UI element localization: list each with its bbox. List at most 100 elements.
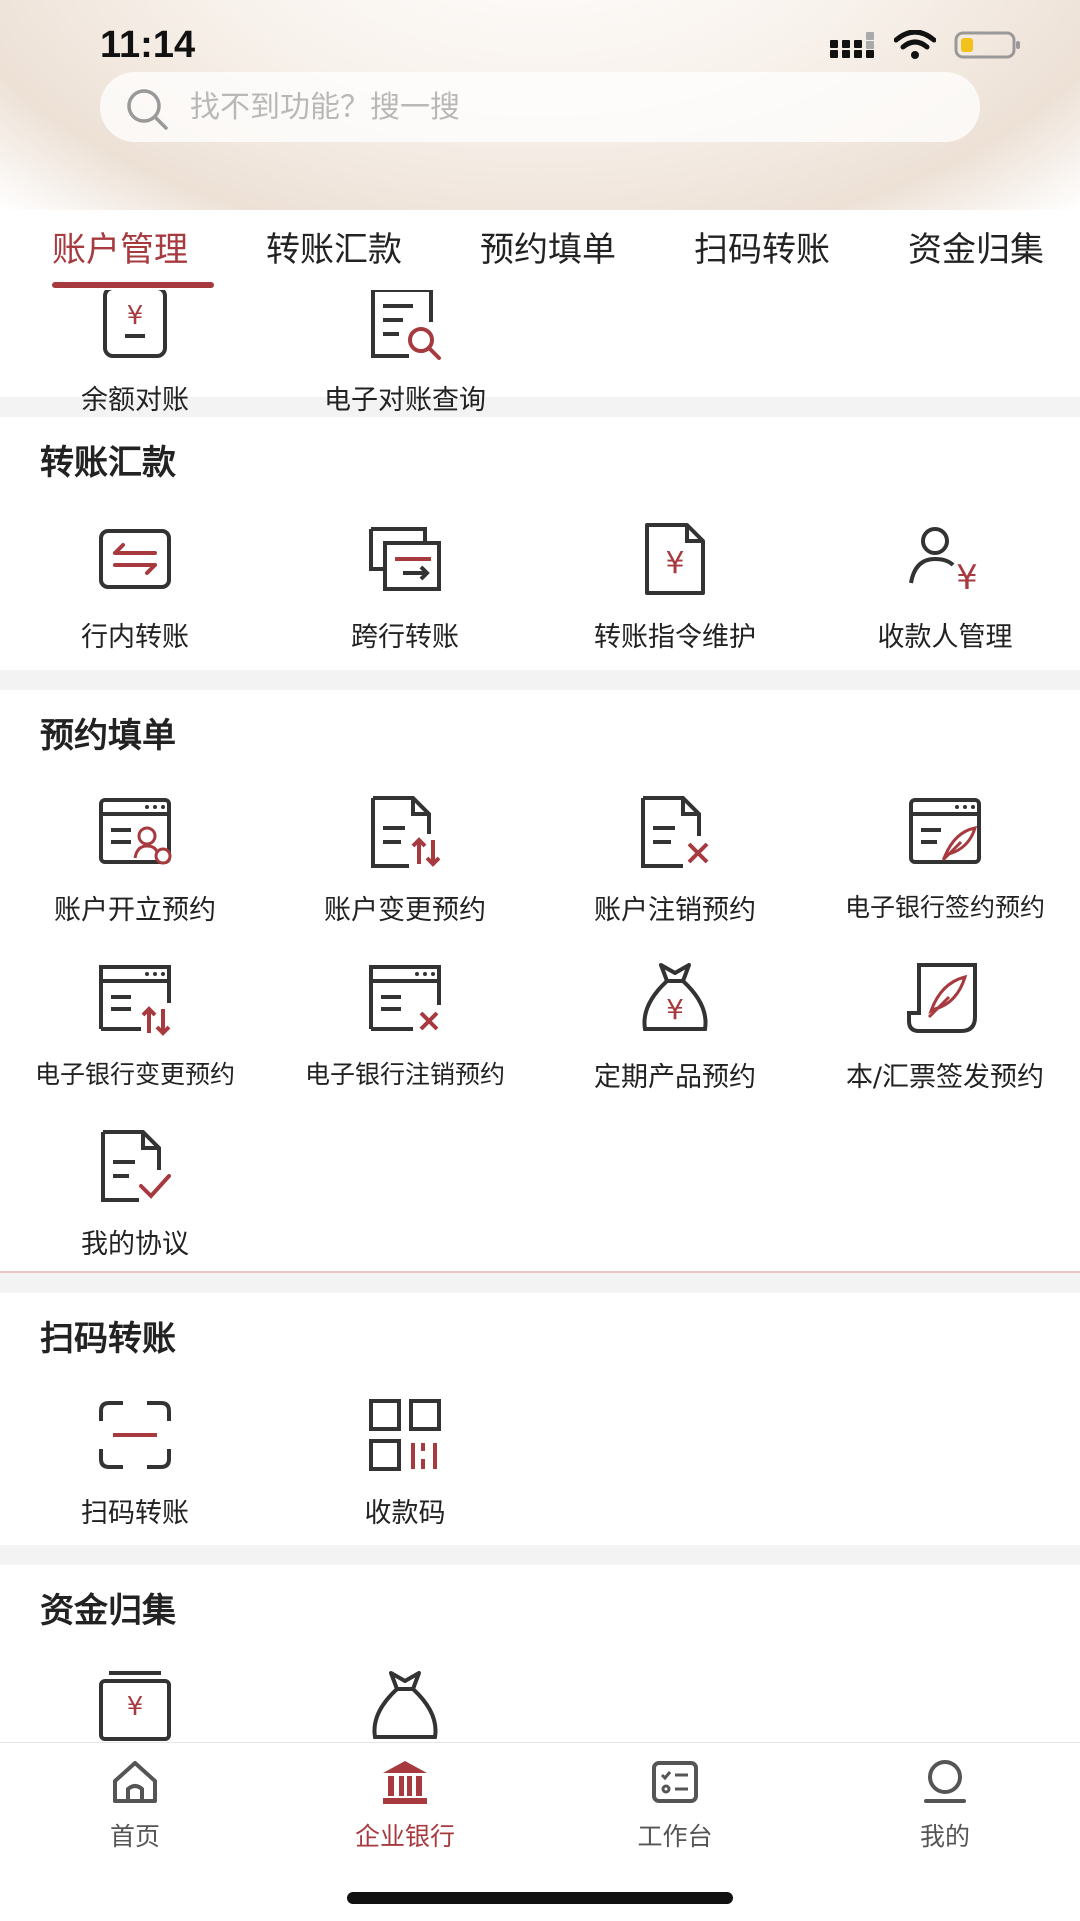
transfer-item-instruction[interactable]: ¥ 转账指令维护 [540,497,810,664]
cross-bank-icon [369,527,441,591]
ebank-sign-icon [909,798,981,864]
ebank-change-icon [99,965,171,1036]
nav-workbench[interactable]: 工作台 [540,1743,810,1863]
item-label: 跨行转账 [351,622,459,653]
home-icon [113,1761,157,1803]
item-label: 电子银行变更预约 [34,1060,235,1089]
agreement-icon [101,1130,171,1202]
transfer-item-interbank[interactable]: 跨行转账 [270,497,540,664]
nav-home[interactable]: 首页 [0,1743,270,1863]
tab-scan-transfer[interactable]: 扫码转账 [694,222,830,271]
account-change-icon [371,796,441,868]
item-label: 定期产品预约 [594,1062,756,1093]
qr-code-icon [369,1399,441,1471]
item-label: 扫码转账 [81,1498,189,1529]
scan-item-scan-transfer[interactable]: 扫码转账 [0,1373,270,1540]
money-bag-icon [372,1671,438,1739]
home-indicator [347,1892,733,1904]
funds-item-1[interactable]: ¥ [0,1645,270,1742]
payee-icon: ¥ [909,527,978,598]
svg-text:¥: ¥ [956,558,978,598]
active-tab-indicator [52,282,214,288]
nav-profile[interactable]: 我的 [810,1743,1080,1863]
item-label: 本/汇票签发预约 [845,1062,1045,1093]
nav-label: 首页 [109,1822,160,1851]
search-bar[interactable] [100,72,980,142]
doc-search-icon [371,290,441,360]
booking-item-ebank-sign[interactable]: 电子银行签约预约 [810,770,1080,937]
booking-item-draft-sign[interactable]: 本/汇票签发预约 [810,937,1080,1104]
funds-grid: ¥ [0,1645,1080,1742]
tab-account-management[interactable]: 账户管理 [52,222,188,271]
svg-text:¥: ¥ [665,546,684,581]
section-title-booking: 预约填单 [40,716,176,756]
account-item-e-statement[interactable]: 电子对账查询 [270,290,540,427]
account-grid: ¥ 余额对账 电子对账查询 [0,290,1080,416]
booking-item-term-product[interactable]: ¥ 定期产品预约 [540,937,810,1104]
section-title-scan: 扫码转账 [40,1319,176,1359]
transfer-item-internal[interactable]: 行内转账 [0,497,270,664]
tab-transfer[interactable]: 转账汇款 [266,222,402,271]
svg-text:¥: ¥ [127,301,144,331]
tab-booking[interactable]: 预约填单 [480,222,616,271]
money-bag-icon: ¥ [642,963,708,1031]
item-label: 账户变更预约 [324,895,486,926]
booking-item-account-change[interactable]: 账户变更预约 [270,770,540,937]
item-label: 我的协议 [81,1229,189,1260]
transfer-item-payee[interactable]: ¥ 收款人管理 [810,497,1080,664]
nav-label: 企业银行 [354,1822,455,1851]
yuan-doc-icon: ¥ [103,290,167,358]
scan-item-receive-code[interactable]: 收款码 [270,1373,540,1540]
scan-icon [99,1401,171,1469]
profile-icon [924,1760,966,1803]
item-label: 行内转账 [81,622,189,653]
tab-fund-collection[interactable]: 资金归集 [908,222,1044,271]
nav-label: 工作台 [637,1822,713,1851]
item-label: 收款人管理 [877,622,1013,653]
account-cancel-icon [641,796,709,868]
nav-enterprise-bank[interactable]: 企业银行 [270,1743,540,1863]
svg-text:¥: ¥ [127,1692,144,1722]
section-title-transfer: 转账汇款 [40,443,176,483]
section-title-funds: 资金归集 [40,1591,176,1631]
item-label: 电子对账查询 [324,385,486,416]
content-scroll[interactable]: ¥ 余额对账 电子对账查询 转账汇款 行内转账 跨行转账 ¥ 转账指令维护 ¥ … [0,290,1080,1742]
nav-label: 我的 [919,1822,970,1851]
booking-item-ebank-change[interactable]: 电子银行变更预约 [0,937,270,1104]
account-open-icon [99,798,172,865]
signal-icon [830,32,876,58]
wifi-icon [894,30,936,59]
item-label: 收款码 [364,1498,446,1529]
transfer-grid: 行内转账 跨行转账 ¥ 转账指令维护 ¥ 收款人管理 [0,497,1080,670]
funds-doc-icon: ¥ [99,1671,171,1741]
scan-grid: 扫码转账 收款码 [0,1373,1080,1545]
swap-arrows-icon [99,529,171,589]
account-item-balance-reconcile[interactable]: ¥ 余额对账 [0,290,270,427]
status-icons [830,30,1022,60]
section-divider [0,1545,1080,1565]
status-time: 11:14 [100,24,196,66]
draft-sign-icon [907,963,977,1033]
svg-text:¥: ¥ [666,993,684,1026]
category-tabs: 账户管理 转账汇款 预约填单 扫码转账 资金归集 [0,222,1080,286]
battery-icon [954,31,1020,59]
item-label: 电子银行签约预约 [844,893,1045,922]
item-label: 余额对账 [81,385,189,416]
booking-item-account-cancel[interactable]: 账户注销预约 [540,770,810,937]
booking-grid: 账户开立预约 账户变更预约 账户注销预约 电子银行签约预约 电子银行变更预约 电… [0,770,1080,1271]
workbench-icon [652,1761,698,1803]
item-label: 账户开立预约 [54,895,216,926]
ebank-cancel-icon [369,965,441,1031]
search-icon [127,89,168,130]
funds-item-2[interactable] [270,1645,540,1742]
section-divider [0,670,1080,690]
booking-item-my-agreement[interactable]: 我的协议 [0,1104,270,1271]
search-input[interactable] [190,72,950,142]
bank-icon [383,1761,427,1804]
booking-item-ebank-cancel[interactable]: 电子银行注销预约 [270,937,540,1104]
item-label: 电子银行注销预约 [304,1060,505,1089]
item-label: 转账指令维护 [594,622,756,653]
section-divider [0,1273,1080,1293]
booking-item-account-open[interactable]: 账户开立预约 [0,770,270,937]
yuan-file-icon: ¥ [645,523,705,595]
